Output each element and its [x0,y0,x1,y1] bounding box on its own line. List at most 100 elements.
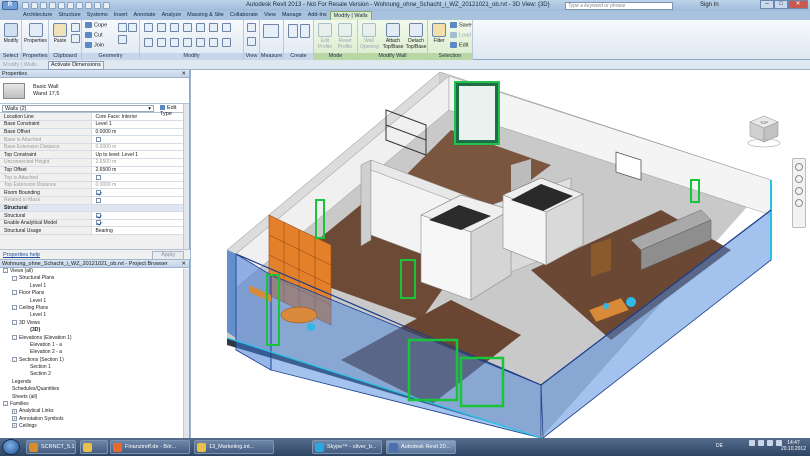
undo-icon[interactable] [40,2,47,9]
mirror-pick-icon[interactable] [170,23,179,32]
offset-icon[interactable] [157,23,166,32]
wall-opening-button[interactable]: Wall Opening [360,23,379,50]
browser-tree-item[interactable]: Section 1 [0,364,189,371]
override-graphics-icon[interactable] [247,37,256,46]
taskbar-item[interactable]: Autodesk Revit 20... [386,440,456,454]
scale-icon[interactable] [196,38,205,47]
pin-icon[interactable] [222,23,231,32]
collapse-icon[interactable]: - [3,401,8,407]
delete-icon[interactable] [222,38,231,47]
property-value[interactable]: Up to level: Level 1 [90,150,183,160]
tab-analyze[interactable]: Analyze [159,11,185,20]
tab-add-ins[interactable]: Add-Ins [305,11,330,20]
split-icon[interactable] [196,23,205,32]
tab-collaborate[interactable]: Collaborate [227,11,261,20]
apply-button[interactable]: Apply [152,251,184,260]
browser-tree-item[interactable]: + Ceilings [0,423,189,430]
join-button[interactable]: Join [85,42,104,48]
3d-view-icon[interactable] [85,2,92,9]
paste-button[interactable]: Paste [51,23,69,44]
browser-tree-item[interactable]: - Elevations (Elevation 1) [0,335,189,342]
property-checkbox[interactable] [95,220,101,226]
create-group-icon[interactable] [288,24,298,38]
browser-tree-item[interactable]: - Sections (Section 1) [0,357,189,364]
taskbar-item[interactable]: 13_Marketing.int... [194,440,274,454]
tab-architecture[interactable]: Architecture [20,11,55,20]
close-button[interactable]: ✕ [788,0,808,9]
properties-scrollbar[interactable] [183,104,189,259]
property-checkbox[interactable] [95,189,101,195]
close-hidden-icon[interactable] [103,2,110,9]
collapse-icon[interactable]: - [12,290,17,296]
collapse-icon[interactable]: - [12,275,17,281]
browser-tree-item[interactable]: - Views (all) [0,268,189,275]
rotate-icon[interactable] [170,38,179,47]
expand-icon[interactable]: + [12,415,17,421]
tab-insert[interactable]: Insert [111,11,131,20]
search-input[interactable]: Type a keyword or phrase [565,2,673,10]
browser-tree-item[interactable]: Elevation 2 - a [0,349,189,356]
redo-icon[interactable] [49,2,56,9]
hide-in-view-icon[interactable] [247,23,256,32]
tab-modify-walls[interactable]: Modify | Walls [329,11,372,20]
create-similar-icon[interactable] [300,24,310,38]
tab-view[interactable]: View [261,11,279,20]
trim-single-icon[interactable] [209,38,218,47]
property-value[interactable]: 2.6500 m [90,166,183,175]
cut-clipboard-icon[interactable] [71,23,80,32]
browser-tree-item[interactable]: + Analytical Links [0,408,189,415]
modify-button[interactable]: Modify [2,23,20,44]
maximize-button[interactable]: □ [774,0,788,9]
property-value[interactable]: Level 1 [90,120,183,129]
properties-help-link[interactable]: Properties help [3,252,40,258]
browser-scrollbar[interactable] [183,269,189,438]
tray-icon[interactable] [749,440,755,446]
close-icon[interactable]: ✕ [181,70,186,78]
save-icon[interactable] [31,2,38,9]
collapse-icon[interactable]: - [3,268,8,274]
taskbar-item[interactable] [80,440,108,454]
type-selector[interactable]: Basic Wall Wand 17,5 [0,78,189,104]
taskbar-item[interactable]: Finanztreff.de - Bör... [110,440,190,454]
move-icon[interactable] [144,38,153,47]
browser-tree-item[interactable]: Schedules/Quantities [0,386,189,393]
tray-icon[interactable] [758,440,764,446]
property-value[interactable]: Bearing [90,226,183,235]
close-icon[interactable]: ✕ [181,260,186,268]
orbit-icon[interactable] [795,199,803,207]
application-menu-button[interactable]: R [2,1,18,10]
start-button[interactable] [2,439,20,455]
open-icon[interactable] [22,2,29,9]
attach-top-base-button[interactable]: Attach Top/Base [382,23,404,50]
browser-tree-item[interactable]: Section 2 [0,371,189,378]
tab-manage[interactable]: Manage [279,11,305,20]
activate-dimensions-checkbox[interactable]: Activate Dimensions [48,61,104,70]
viewcube[interactable]: TOP [746,112,782,148]
print-icon[interactable] [58,2,65,9]
cut-button[interactable]: Cut [85,32,103,38]
collapse-icon[interactable]: - [12,305,17,311]
clock[interactable]: 14:47 20.10.2012 [781,440,806,452]
steering-wheel-icon[interactable] [795,163,803,171]
minimize-button[interactable]: – [760,0,774,9]
browser-tree-item[interactable]: - Families [0,401,189,408]
browser-tree-item[interactable]: -3D Views [0,320,189,327]
zoom-icon[interactable] [795,175,803,183]
wall-joins-icon[interactable] [118,35,127,44]
browser-tree-item[interactable]: Elevation 1 - a [0,342,189,349]
network-icon[interactable] [767,440,773,446]
language-indicator[interactable]: DE [716,443,723,449]
cope-button[interactable]: Cope [85,22,107,28]
property-value[interactable] [90,188,183,198]
tab-structure[interactable]: Structure [55,11,83,20]
text-icon[interactable] [76,2,83,9]
measure-tool-icon[interactable] [263,24,279,38]
tab-systems[interactable]: Systems [84,11,111,20]
browser-tree-item[interactable]: + Annotation Symbols [0,416,189,423]
browser-tree-item[interactable]: - Floor Plans [0,290,189,297]
tab-massing-site[interactable]: Massing & Site [184,11,227,20]
browser-tree-item[interactable]: Level 1 [0,283,189,290]
mirror-draw-icon[interactable] [183,23,192,32]
property-value[interactable] [90,211,183,220]
3d-viewport[interactable]: TOP [191,70,810,438]
